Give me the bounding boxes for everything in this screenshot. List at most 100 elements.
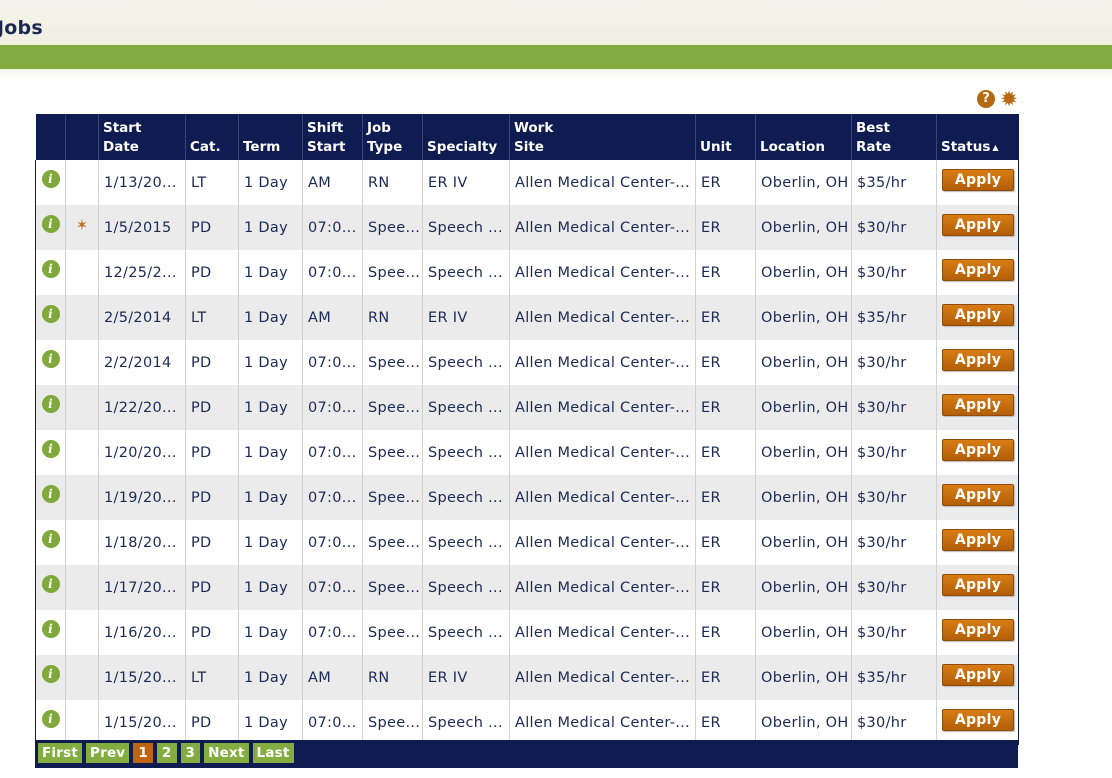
- apply-button[interactable]: Apply: [942, 258, 1014, 281]
- info-icon[interactable]: i: [41, 394, 60, 413]
- header-label: Start: [307, 139, 346, 155]
- cell-star: [65, 700, 99, 745]
- cell-term: 1 Day: [238, 340, 303, 385]
- info-icon[interactable]: i: [41, 574, 60, 593]
- pager-first-button[interactable]: First: [38, 743, 82, 763]
- cell-status: Apply: [936, 475, 1019, 520]
- cell-best-rate: $30/hr: [851, 475, 937, 520]
- table-row[interactable]: i 12/25/2... PD 1 Day 07:0... Spee... Speech .…: [35, 250, 1019, 295]
- cell-unit: ER: [695, 430, 756, 475]
- table-body: i 1/13/20... LT 1 Day AM RN ER IV Allen Medical…: [35, 160, 1019, 745]
- apply-button[interactable]: Apply: [942, 663, 1014, 686]
- cell-specialty: ER IV: [422, 295, 510, 340]
- table-row[interactable]: i 1/15/20... LT 1 Day AM RN ER IV Allen Medical…: [35, 655, 1019, 700]
- header-col-status[interactable]: Status ▲: [936, 114, 1019, 160]
- table-row[interactable]: i 1/18/20... PD 1 Day 07:0... Spee... Speech .…: [35, 520, 1019, 565]
- apply-button[interactable]: Apply: [942, 303, 1014, 326]
- cell-start-date: 1/16/20...: [98, 610, 186, 655]
- header-label: Type: [367, 139, 403, 155]
- cell-unit: ER: [695, 475, 756, 520]
- apply-button[interactable]: Apply: [942, 618, 1014, 641]
- cell-work-site: Allen Medical Center-...: [509, 610, 696, 655]
- header-col-unit[interactable]: Unit: [695, 114, 756, 160]
- header-line2: Date: [103, 138, 181, 157]
- cell-info: i: [35, 160, 66, 205]
- cell-term: 1 Day: [238, 430, 303, 475]
- table-row[interactable]: i 1/20/20... PD 1 Day 07:0... Spee... Speech .…: [35, 430, 1019, 475]
- pager-last-button[interactable]: Last: [252, 743, 294, 763]
- apply-button[interactable]: Apply: [942, 348, 1014, 371]
- header-col-job-type[interactable]: Job Type: [362, 114, 423, 160]
- table-row[interactable]: i 1/13/20... LT 1 Day AM RN ER IV Allen Medical…: [35, 160, 1019, 205]
- header-col-shift-start[interactable]: Shift Start: [302, 114, 363, 160]
- table-row[interactable]: i 1/22/20... PD 1 Day 07:0... Spee... Speech .…: [35, 385, 1019, 430]
- table-row[interactable]: i 1/15/20... PD 1 Day 07:0... Spee... Speech .…: [35, 700, 1019, 745]
- help-icon[interactable]: ?: [977, 90, 995, 108]
- header-line2: Term: [243, 138, 298, 157]
- info-icon[interactable]: i: [41, 349, 60, 368]
- cell-work-site: Allen Medical Center-...: [509, 250, 696, 295]
- apply-button[interactable]: Apply: [942, 528, 1014, 551]
- cell-unit: ER: [695, 205, 756, 250]
- cell-cat: PD: [185, 205, 239, 250]
- table-row[interactable]: i 1/16/20... PD 1 Day 07:0... Spee... Speech .…: [35, 610, 1019, 655]
- header-col-best-rate[interactable]: Best Rate: [851, 114, 937, 160]
- info-icon[interactable]: i: [41, 709, 60, 728]
- cell-location: Oberlin, OH: [755, 475, 852, 520]
- info-icon[interactable]: i: [41, 214, 60, 233]
- pager-page-3[interactable]: 3: [180, 743, 201, 763]
- apply-button[interactable]: Apply: [942, 168, 1014, 191]
- table-row[interactable]: i 2/5/2014 LT 1 Day AM RN ER IV Allen Medical C…: [35, 295, 1019, 340]
- apply-button[interactable]: Apply: [942, 213, 1014, 236]
- pager-page-1[interactable]: 1: [133, 743, 153, 763]
- gear-icon[interactable]: ✹: [999, 89, 1019, 110]
- table-row[interactable]: i 1/17/20... PD 1 Day 07:0... Spee... Speech .…: [35, 565, 1019, 610]
- header-line1: [243, 119, 298, 138]
- cell-info: i: [35, 610, 66, 655]
- cell-work-site: Allen Medical Center-...: [509, 700, 696, 745]
- header-col-term[interactable]: Term: [238, 114, 303, 160]
- cell-info: i: [35, 520, 66, 565]
- info-icon[interactable]: i: [41, 439, 60, 458]
- table-row[interactable]: i 2/2/2014 PD 1 Day 07:0... Spee... Speech ...…: [35, 340, 1019, 385]
- cell-location: Oberlin, OH: [755, 295, 852, 340]
- cell-term: 1 Day: [238, 250, 303, 295]
- info-icon[interactable]: i: [41, 619, 60, 638]
- header-col-work-site[interactable]: Work Site: [509, 114, 696, 160]
- apply-button[interactable]: Apply: [942, 708, 1014, 731]
- pager-next-button[interactable]: Next: [204, 743, 249, 763]
- cell-info: i: [35, 250, 66, 295]
- cell-job-type: Spee...: [362, 430, 423, 475]
- info-icon[interactable]: i: [41, 169, 60, 188]
- apply-button[interactable]: Apply: [942, 573, 1014, 596]
- info-icon[interactable]: i: [41, 664, 60, 683]
- info-icon[interactable]: i: [41, 529, 60, 548]
- table-row[interactable]: i ✶ 1/5/2015 PD 1 Day 07:0... Spee... Speech ..…: [35, 205, 1019, 250]
- cell-start-date: 1/22/20...: [98, 385, 186, 430]
- pager-page-2[interactable]: 2: [156, 743, 177, 763]
- header-label: Specialty: [427, 139, 498, 155]
- cell-work-site: Allen Medical Center-...: [509, 655, 696, 700]
- header-line2: Type: [367, 138, 418, 157]
- cell-cat: PD: [185, 250, 239, 295]
- apply-button[interactable]: Apply: [942, 393, 1014, 416]
- info-icon[interactable]: i: [41, 259, 60, 278]
- info-icon[interactable]: i: [41, 304, 60, 323]
- cell-job-type: Spee...: [362, 475, 423, 520]
- header-col-start-date[interactable]: Start Date: [98, 114, 186, 160]
- info-icon[interactable]: i: [41, 484, 60, 503]
- cell-job-type: Spee...: [362, 340, 423, 385]
- apply-button[interactable]: Apply: [942, 438, 1014, 461]
- header-line2: Status ▲: [941, 138, 1015, 157]
- header-line2: Location: [760, 138, 847, 157]
- header-col-cat[interactable]: Cat.: [185, 114, 239, 160]
- cell-start-date: 1/19/20...: [98, 475, 186, 520]
- header-line1: Best: [856, 120, 890, 136]
- cell-info: i: [35, 205, 66, 250]
- table-row[interactable]: i 1/19/20... PD 1 Day 07:0... Spee... Speech .…: [35, 475, 1019, 520]
- apply-button[interactable]: Apply: [942, 483, 1014, 506]
- pager-prev-button[interactable]: Prev: [86, 743, 130, 763]
- header-col-specialty[interactable]: Specialty: [422, 114, 510, 160]
- cell-shift-start: 07:0...: [302, 700, 363, 745]
- header-col-location[interactable]: Location: [755, 114, 852, 160]
